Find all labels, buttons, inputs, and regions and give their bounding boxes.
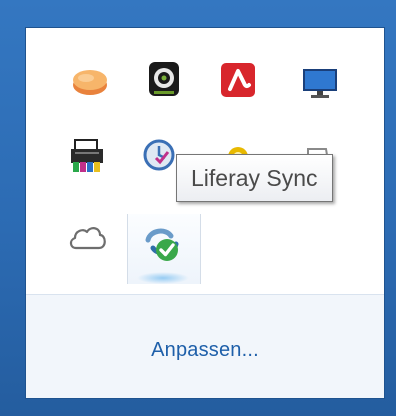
hover-glow <box>137 272 189 284</box>
panel-footer: Anpassen... <box>26 294 384 398</box>
liferay-sync-tooltip: Liferay Sync <box>176 154 333 202</box>
avira-icon[interactable] <box>214 56 262 104</box>
customize-link[interactable]: Anpassen... <box>26 339 384 362</box>
cloud-icon[interactable] <box>64 214 112 262</box>
webcam-icon[interactable] <box>140 56 188 104</box>
printer-icon[interactable] <box>64 132 112 180</box>
notification-area-overflow-panel: Liferay Sync Anpassen... <box>26 28 384 398</box>
monitor-icon[interactable] <box>296 58 344 106</box>
liferay-sync-icon[interactable] <box>138 220 186 268</box>
disc-icon[interactable] <box>66 58 114 106</box>
